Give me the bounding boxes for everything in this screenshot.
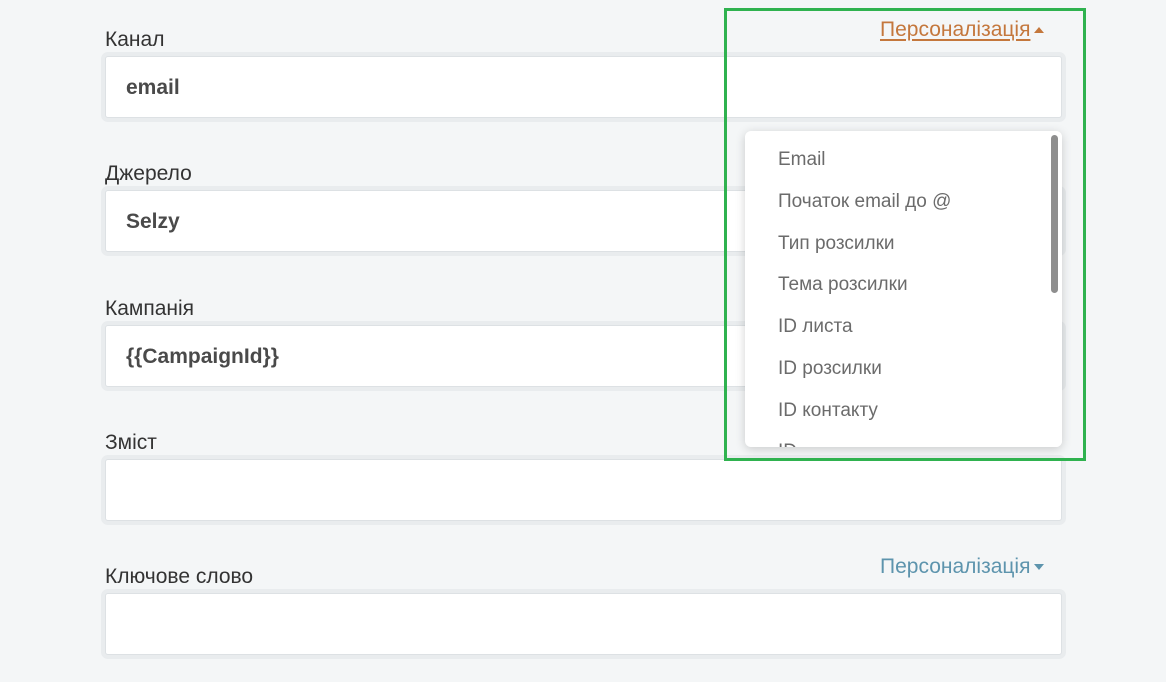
dropdown-item-letter-id[interactable]: ID листа (778, 316, 853, 338)
personalization-toggle-channel[interactable]: Персоналізація (880, 18, 1045, 42)
dropdown-item-mailing-type[interactable]: Тип розсилки (778, 233, 895, 255)
channel-input[interactable]: email (105, 56, 1062, 118)
field-label-campaign: Кампанія (105, 297, 195, 320)
field-label-content: Зміст (105, 431, 157, 454)
caret-down-icon (1034, 564, 1045, 571)
campaign-value: {{CampaignId}} (126, 345, 279, 368)
personalization-label: Персоналізація (880, 18, 1031, 41)
personalization-label: Персоналізація (880, 555, 1031, 578)
dropdown-item-email[interactable]: Email (778, 149, 826, 171)
keyword-input[interactable] (105, 593, 1062, 655)
top-fragment: ▁ ▁ ▁ ▁ ▁ ▁ ▁ (104, 0, 244, 4)
personalization-toggle-keyword[interactable]: Персоналізація (880, 555, 1045, 579)
caret-up-icon (1034, 27, 1045, 34)
channel-value: email (126, 76, 180, 99)
field-label-channel: Канал (105, 28, 165, 51)
dropdown-scrollbar[interactable] (1046, 131, 1062, 447)
personalization-dropdown: Email Початок email до @ Тип розсилки Те… (745, 131, 1062, 447)
source-value: Selzy (126, 210, 180, 233)
content-input[interactable] (105, 459, 1062, 521)
scrollbar-thumb[interactable] (1051, 135, 1058, 293)
dropdown-item-partial[interactable]: ID (778, 441, 797, 447)
field-label-source: Джерело (105, 162, 192, 185)
dropdown-item-mailing-subject[interactable]: Тема розсилки (778, 274, 908, 296)
dropdown-item-contact-id[interactable]: ID контакту (778, 400, 878, 422)
dropdown-item-email-prefix[interactable]: Початок email до @ (778, 191, 951, 213)
dropdown-item-mailing-id[interactable]: ID розсилки (778, 358, 882, 380)
field-label-keyword: Ключове слово (105, 565, 254, 588)
